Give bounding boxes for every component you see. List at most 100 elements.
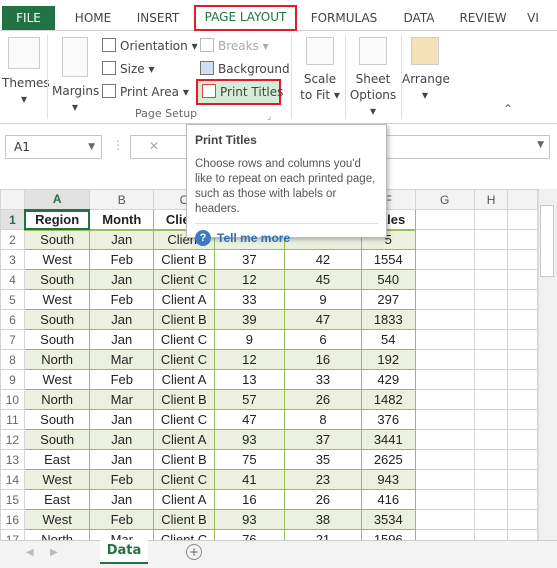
data-cell[interactable]: Feb	[89, 469, 155, 490]
data-cell[interactable]: 1554	[360, 249, 416, 270]
scale-to-fit-button[interactable]: Scale to Fit ▾	[296, 37, 344, 103]
empty-cell[interactable]	[473, 389, 509, 410]
data-cell[interactable]: 9	[213, 329, 285, 350]
data-cell[interactable]: Jan	[89, 229, 155, 250]
row-header[interactable]: 13	[0, 449, 25, 470]
data-cell[interactable]: Feb	[89, 249, 155, 270]
data-cell[interactable]: 93	[213, 429, 285, 450]
empty-cell[interactable]	[414, 249, 475, 270]
data-cell[interactable]: North	[23, 389, 91, 410]
row-header[interactable]: 11	[0, 409, 25, 430]
data-cell[interactable]: 429	[360, 369, 416, 390]
empty-cell[interactable]	[507, 429, 538, 450]
data-cell[interactable]: Mar	[89, 529, 155, 540]
data-cell[interactable]: 2625	[360, 449, 416, 470]
data-cell[interactable]: 12	[213, 269, 285, 290]
data-cell[interactable]: Client C	[153, 349, 215, 370]
empty-cell[interactable]	[507, 209, 538, 230]
data-cell[interactable]: 9	[283, 289, 362, 310]
row-header[interactable]: 4	[0, 269, 25, 290]
header-cell[interactable]: Region	[23, 209, 91, 231]
empty-cell[interactable]	[473, 249, 509, 270]
data-cell[interactable]: 38	[283, 509, 362, 530]
row-header[interactable]: 6	[0, 309, 25, 330]
empty-cell[interactable]	[507, 469, 538, 490]
empty-cell[interactable]	[473, 409, 509, 430]
empty-cell[interactable]	[414, 529, 475, 540]
data-cell[interactable]: 42	[283, 249, 362, 270]
data-cell[interactable]: Feb	[89, 509, 155, 530]
scrollbar-thumb[interactable]	[540, 205, 554, 277]
empty-cell[interactable]	[473, 469, 509, 490]
data-cell[interactable]: 16	[283, 349, 362, 370]
tab-page-layout[interactable]: PAGE LAYOUT	[194, 5, 297, 31]
tab-insert[interactable]: INSERT	[128, 6, 188, 30]
data-cell[interactable]: Client A	[153, 289, 215, 310]
data-cell[interactable]: West	[23, 469, 91, 490]
empty-cell[interactable]	[414, 409, 475, 430]
cancel-icon[interactable]: ✕	[149, 139, 159, 153]
data-cell[interactable]: 21	[283, 529, 362, 540]
data-cell[interactable]: North	[23, 529, 91, 540]
tell-me-more-link[interactable]: ? Tell me more	[195, 230, 378, 246]
data-cell[interactable]: 6	[283, 329, 362, 350]
tab-data[interactable]: DATA	[394, 6, 444, 30]
expand-formula-icon[interactable]: ▼	[537, 140, 544, 150]
data-cell[interactable]: 37	[213, 249, 285, 270]
data-cell[interactable]: South	[23, 229, 91, 250]
data-cell[interactable]: 297	[360, 289, 416, 310]
select-all-button[interactable]	[0, 189, 25, 210]
data-cell[interactable]: 39	[213, 309, 285, 330]
empty-cell[interactable]	[414, 469, 475, 490]
empty-cell[interactable]	[473, 529, 509, 540]
data-cell[interactable]: South	[23, 409, 91, 430]
row-header[interactable]: 5	[0, 289, 25, 310]
data-cell[interactable]: 1482	[360, 389, 416, 410]
empty-cell[interactable]	[507, 329, 538, 350]
data-cell[interactable]: 26	[283, 389, 362, 410]
data-cell[interactable]: 47	[213, 409, 285, 430]
row-header[interactable]: 3	[0, 249, 25, 270]
data-cell[interactable]: Client C	[153, 469, 215, 490]
data-cell[interactable]: 192	[360, 349, 416, 370]
data-cell[interactable]: 76	[213, 529, 285, 540]
data-cell[interactable]: 1596	[360, 529, 416, 540]
column-header-b[interactable]: B	[89, 189, 155, 210]
data-cell[interactable]: Client A	[153, 429, 215, 450]
data-cell[interactable]: Client C	[153, 529, 215, 540]
collapse-ribbon-icon[interactable]: ⌃	[503, 99, 513, 119]
data-cell[interactable]: Mar	[89, 349, 155, 370]
empty-cell[interactable]	[473, 269, 509, 290]
data-cell[interactable]: North	[23, 349, 91, 370]
orientation-button[interactable]: Orientation ▾	[102, 36, 198, 56]
data-cell[interactable]: 376	[360, 409, 416, 430]
data-cell[interactable]: South	[23, 429, 91, 450]
data-cell[interactable]: East	[23, 489, 91, 510]
tab-home[interactable]: HOME	[64, 6, 122, 30]
data-cell[interactable]: 13	[213, 369, 285, 390]
empty-cell[interactable]	[414, 369, 475, 390]
data-cell[interactable]: Feb	[89, 369, 155, 390]
data-cell[interactable]: West	[23, 249, 91, 270]
empty-cell[interactable]	[507, 229, 538, 250]
empty-cell[interactable]	[507, 349, 538, 370]
data-cell[interactable]: 3441	[360, 429, 416, 450]
empty-cell[interactable]	[414, 349, 475, 370]
empty-cell[interactable]	[473, 369, 509, 390]
next-sheet-icon[interactable]: ▶	[50, 547, 58, 558]
row-header[interactable]: 7	[0, 329, 25, 350]
data-cell[interactable]: Feb	[89, 289, 155, 310]
empty-cell[interactable]	[414, 509, 475, 530]
prev-sheet-icon[interactable]: ◀	[26, 547, 34, 558]
margins-button[interactable]: Margins ▾	[52, 37, 99, 115]
empty-cell[interactable]	[414, 489, 475, 510]
empty-cell[interactable]	[414, 329, 475, 350]
data-cell[interactable]: 12	[213, 349, 285, 370]
data-cell[interactable]: Jan	[89, 309, 155, 330]
tab-file[interactable]: FILE	[2, 6, 55, 30]
data-cell[interactable]: 93	[213, 509, 285, 530]
data-cell[interactable]: Jan	[89, 409, 155, 430]
empty-cell[interactable]	[507, 449, 538, 470]
add-sheet-icon[interactable]: +	[186, 544, 202, 560]
data-cell[interactable]: 37	[283, 429, 362, 450]
